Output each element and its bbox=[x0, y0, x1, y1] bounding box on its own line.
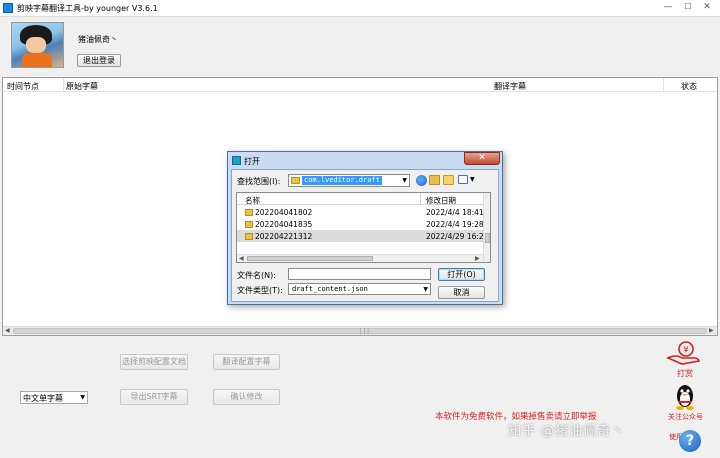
reward-label[interactable]: 打赏 bbox=[677, 368, 693, 379]
look-in-select[interactable]: com.lveditor.draft ▼ bbox=[288, 174, 410, 187]
watermark: 知乎 @猪油佩奇丶 bbox=[508, 424, 626, 439]
open-file-dialog: 打开 ✕ 查找范围(I): com.lveditor.draft ▼ ▼ 名称 … bbox=[227, 151, 503, 305]
chevron-down-icon[interactable]: ▼ bbox=[470, 176, 475, 183]
file-name: 202204041835 bbox=[255, 220, 313, 229]
column-header-time[interactable]: 时间节点 bbox=[7, 81, 39, 92]
file-type-select[interactable]: draft_content.json ▼ bbox=[288, 283, 431, 295]
file-list-vertical-scrollbar[interactable] bbox=[483, 193, 490, 262]
qq-label[interactable]: 关注公众号 bbox=[668, 412, 703, 422]
language-value: 中文单字幕 bbox=[23, 394, 63, 403]
file-name: 202204221312 bbox=[255, 232, 313, 241]
column-header-status[interactable]: 状态 bbox=[681, 81, 697, 92]
scrollbar-thumb[interactable] bbox=[247, 256, 373, 261]
scroll-left-icon[interactable]: ◀ bbox=[5, 327, 10, 335]
chevron-down-icon: ▼ bbox=[402, 177, 407, 184]
window-title: 剪映字幕翻译工具-by younger V3.6.1 bbox=[17, 4, 158, 13]
list-item-selected[interactable]: 202204221312 2022/4/29 16:29 bbox=[237, 230, 488, 242]
table-horizontal-scrollbar[interactable]: ◀ ┆┆┆ ▶ bbox=[3, 326, 717, 335]
close-button[interactable]: ✕ bbox=[700, 1, 714, 13]
select-config-button[interactable]: 选择剪映配置文档 bbox=[120, 354, 188, 370]
file-name: 202204041802 bbox=[255, 208, 313, 217]
view-menu-icon[interactable] bbox=[458, 175, 468, 184]
file-name-label: 文件名(N): bbox=[237, 271, 276, 280]
look-in-label: 查找范围(I): bbox=[237, 177, 281, 186]
confirm-edit-button[interactable]: 确认修改 bbox=[213, 389, 280, 405]
table-header: 时间节点 原始字幕 翻译字幕 状态 bbox=[3, 78, 717, 92]
list-item[interactable]: 202204041835 2022/4/4 19:28 bbox=[237, 218, 484, 230]
file-name-input[interactable] bbox=[288, 268, 431, 280]
column-header-modified[interactable]: 修改日期 bbox=[426, 195, 456, 206]
svg-text:¥: ¥ bbox=[683, 346, 689, 356]
file-list-horizontal-scrollbar[interactable]: ◀ ▶ bbox=[237, 254, 483, 262]
file-type-label: 文件类型(T): bbox=[237, 286, 283, 295]
back-icon[interactable] bbox=[416, 175, 427, 186]
scrollbar-thumb[interactable] bbox=[485, 233, 490, 243]
column-header-name[interactable]: 名称 bbox=[245, 195, 260, 206]
subtitle-language-select[interactable]: 中文单字幕 ▼ bbox=[20, 391, 88, 404]
dialog-title: 打开 bbox=[244, 157, 260, 166]
help-icon[interactable]: ? bbox=[679, 430, 701, 452]
folder-icon bbox=[245, 221, 253, 228]
file-list-header: 名称 修改日期 bbox=[237, 193, 483, 205]
scroll-left-icon[interactable]: ◀ bbox=[239, 255, 244, 262]
file-date: 2022/4/4 18:41 bbox=[426, 208, 484, 217]
file-type-value: draft_content.json bbox=[292, 285, 368, 293]
username: 猪油佩奇丶 bbox=[78, 35, 118, 44]
dialog-body: 查找范围(I): com.lveditor.draft ▼ ▼ 名称 修改日期 … bbox=[231, 169, 499, 302]
chevron-down-icon: ▼ bbox=[423, 286, 428, 293]
export-srt-button[interactable]: 导出SRT字幕 bbox=[120, 389, 188, 405]
folder-icon bbox=[291, 177, 300, 184]
open-button[interactable]: 打开(O) bbox=[438, 268, 485, 281]
column-header-original[interactable]: 原始字幕 bbox=[66, 81, 98, 92]
app-icon bbox=[3, 3, 13, 13]
maximize-button[interactable]: ☐ bbox=[681, 1, 695, 13]
file-date: 2022/4/29 16:29 bbox=[426, 232, 489, 241]
logout-button[interactable]: 退出登录 bbox=[77, 54, 121, 67]
cancel-button[interactable]: 取消 bbox=[438, 286, 485, 299]
list-item[interactable]: 202204041802 2022/4/4 18:41 bbox=[237, 206, 484, 218]
column-header-translated[interactable]: 翻译字幕 bbox=[494, 81, 526, 92]
dialog-app-icon bbox=[232, 156, 241, 165]
translate-subtitles-button[interactable]: 翻译配置字幕 bbox=[213, 354, 280, 370]
file-date: 2022/4/4 19:28 bbox=[426, 220, 484, 229]
scroll-right-icon[interactable]: ▶ bbox=[475, 255, 480, 262]
file-list[interactable]: 名称 修改日期 202204041802 2022/4/4 18:41 2022… bbox=[236, 192, 491, 263]
look-in-value: com.lveditor.draft bbox=[302, 176, 382, 185]
new-folder-icon[interactable] bbox=[443, 175, 454, 185]
minimize-button[interactable]: — bbox=[661, 1, 675, 13]
chevron-down-icon: ▼ bbox=[80, 394, 85, 401]
avatar bbox=[11, 22, 64, 68]
scrollbar-thumb[interactable]: ┆┆┆ bbox=[13, 328, 707, 335]
qq-penguin-icon[interactable] bbox=[674, 383, 696, 411]
folder-icon bbox=[245, 209, 253, 216]
folder-icon bbox=[245, 233, 253, 240]
scroll-right-icon[interactable]: ▶ bbox=[709, 327, 714, 335]
title-bar: 剪映字幕翻译工具-by younger V3.6.1 — ☐ ✕ bbox=[0, 0, 720, 17]
dialog-title-bar[interactable]: 打开 ✕ bbox=[228, 152, 502, 168]
reward-icon[interactable]: ¥ bbox=[666, 340, 702, 366]
folder-up-icon[interactable] bbox=[429, 175, 440, 185]
dialog-close-button[interactable]: ✕ bbox=[464, 152, 500, 165]
